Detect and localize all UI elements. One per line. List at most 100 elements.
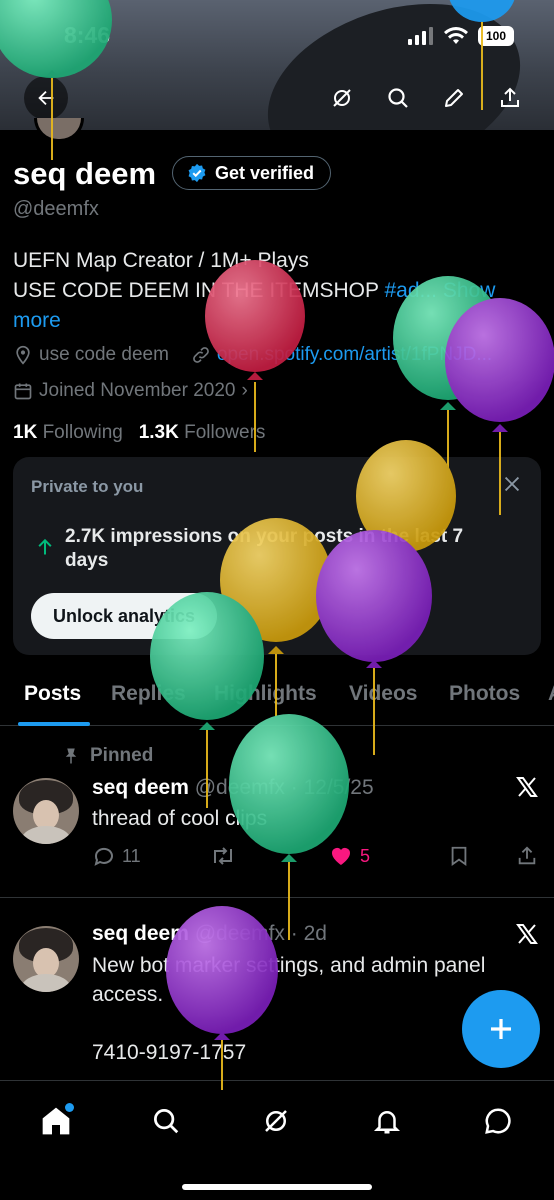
profile-name: seq deem: [13, 156, 157, 191]
followers-count: 1.3K: [138, 422, 179, 443]
tab-videos[interactable]: Videos: [349, 682, 417, 706]
analytics-card-text: 2.7K impressions on your posts in the la…: [65, 526, 464, 571]
grok-icon: [333, 89, 351, 107]
link-icon: [193, 347, 209, 363]
nav-search[interactable]: [146, 1101, 186, 1141]
location-icon: [16, 345, 30, 365]
nav-messages[interactable]: [478, 1101, 518, 1141]
notification-dot: [65, 1103, 74, 1112]
repost-button[interactable]: [210, 844, 236, 873]
trending-up-icon: [38, 538, 52, 555]
status-bar: 8:46 100: [0, 22, 554, 52]
following-label: Following: [42, 422, 123, 443]
wifi-icon: [444, 27, 468, 44]
nav-home[interactable]: [36, 1101, 76, 1141]
messages-icon: [485, 1108, 511, 1134]
close-button[interactable]: [501, 473, 523, 500]
x-logo-icon: [516, 924, 538, 944]
get-verified-button[interactable]: Get verified: [172, 156, 332, 190]
edit-icon: [445, 89, 463, 107]
x-logo-icon: [516, 777, 538, 797]
avatar[interactable]: [13, 926, 79, 992]
signal-icon: [408, 27, 433, 45]
status-time: 8:46: [64, 22, 111, 48]
followers-label: Followers: [184, 422, 266, 443]
profile-joined-row: Joined November 2020 ›: [13, 380, 248, 402]
followers-link[interactable]: 1.3K Followers: [139, 422, 266, 443]
bio-line-1: UEFN Map Creator / 1M+ Plays: [13, 249, 309, 272]
profile-actions: [320, 76, 532, 120]
bookmark-button[interactable]: [448, 844, 470, 873]
like-count: 5: [360, 845, 371, 866]
post-text-line-2: access.: [92, 983, 164, 1006]
bio-hashtag[interactable]: #ad...: [384, 279, 437, 302]
edit-button[interactable]: [432, 76, 476, 120]
following-link[interactable]: 1K Following: [13, 422, 123, 443]
divider: [0, 897, 554, 898]
analytics-card-title: Private to you: [31, 477, 144, 496]
profile-handle: @deemfx: [13, 198, 99, 220]
battery-indicator: 100: [478, 26, 514, 46]
tab-replies[interactable]: Replies: [111, 682, 186, 706]
unlock-analytics-button[interactable]: Unlock analytics: [31, 593, 218, 639]
back-button[interactable]: [24, 76, 68, 120]
share-icon: [501, 87, 519, 107]
chevron-right-icon[interactable]: ›: [241, 380, 247, 402]
profile-link[interactable]: open.spotify.com/artist/1fPNJD...: [217, 344, 492, 366]
profile-bio: UEFN Map Creator / 1M+ Plays USE CODE DE…: [13, 246, 533, 336]
post-header: seq deem @deemfx · 12/5/25: [92, 776, 374, 800]
get-verified-label: Get verified: [215, 162, 315, 183]
reply-count: 11: [122, 845, 141, 866]
post-actions: 11 5: [92, 844, 542, 872]
close-icon: [504, 476, 520, 492]
profile-avatar[interactable]: [34, 118, 84, 142]
profile-meta-row: use code deem open.spotify.com/artist/1f…: [13, 344, 492, 366]
bio-line-2: USE CODE DEEM IN THE ITEMSHOP: [13, 279, 379, 302]
reply-button[interactable]: 11: [92, 844, 141, 868]
bookmark-icon: [451, 846, 467, 867]
share-button[interactable]: [488, 76, 532, 120]
post-text: thread of cool clips: [92, 807, 268, 830]
tab-posts[interactable]: Posts: [24, 682, 81, 706]
pinned-label: Pinned: [90, 745, 154, 766]
nav-grok[interactable]: [256, 1101, 296, 1141]
tab-highlights[interactable]: Highlights: [214, 682, 317, 706]
repost-icon: [214, 847, 232, 865]
follow-stats: 1K Following 1.3K Followers: [13, 422, 265, 444]
nav-notifications[interactable]: [367, 1101, 407, 1141]
post-text-line-1: New bot marker settings, and admin panel: [92, 954, 486, 977]
active-tab-indicator: [18, 722, 90, 726]
bottom-navigation: [0, 1080, 554, 1200]
notifications-icon: [373, 1111, 401, 1134]
post-handle-date: @deemfx · 12/5/25: [194, 776, 374, 799]
share-icon: [518, 846, 536, 865]
plus-icon: [491, 1019, 511, 1039]
grok-button[interactable]: [320, 76, 364, 120]
post-author[interactable]: seq deem: [92, 922, 189, 945]
profile-location: use code deem: [39, 344, 169, 365]
like-button[interactable]: 5: [328, 844, 370, 868]
search-icon: [388, 88, 408, 108]
search-icon: [154, 1109, 179, 1134]
reply-icon: [94, 847, 113, 866]
search-button[interactable]: [376, 76, 420, 120]
pinned-indicator: Pinned: [62, 745, 153, 767]
post-handle-date: @deemfx · 2d: [194, 922, 327, 945]
home-indicator: [182, 1184, 372, 1190]
avatar[interactable]: [13, 778, 79, 844]
heart-icon: [332, 848, 350, 865]
profile-joined: Joined November 2020: [39, 380, 236, 401]
post-header: seq deem @deemfx · 2d: [92, 922, 327, 946]
pin-icon: [65, 748, 77, 764]
post-author[interactable]: seq deem: [92, 776, 189, 799]
calendar-icon: [14, 383, 32, 400]
verified-badge-icon: [188, 163, 206, 183]
back-arrow-icon: [38, 90, 54, 106]
share-post-button[interactable]: [516, 844, 538, 873]
profile-tabs: Posts Replies Highlights Videos Photos A: [0, 668, 554, 726]
compose-post-button[interactable]: [462, 990, 540, 1068]
tab-photos[interactable]: Photos: [449, 682, 520, 706]
tab-articles[interactable]: A: [548, 682, 554, 706]
grok-icon: [265, 1110, 287, 1132]
following-count: 1K: [13, 422, 38, 443]
